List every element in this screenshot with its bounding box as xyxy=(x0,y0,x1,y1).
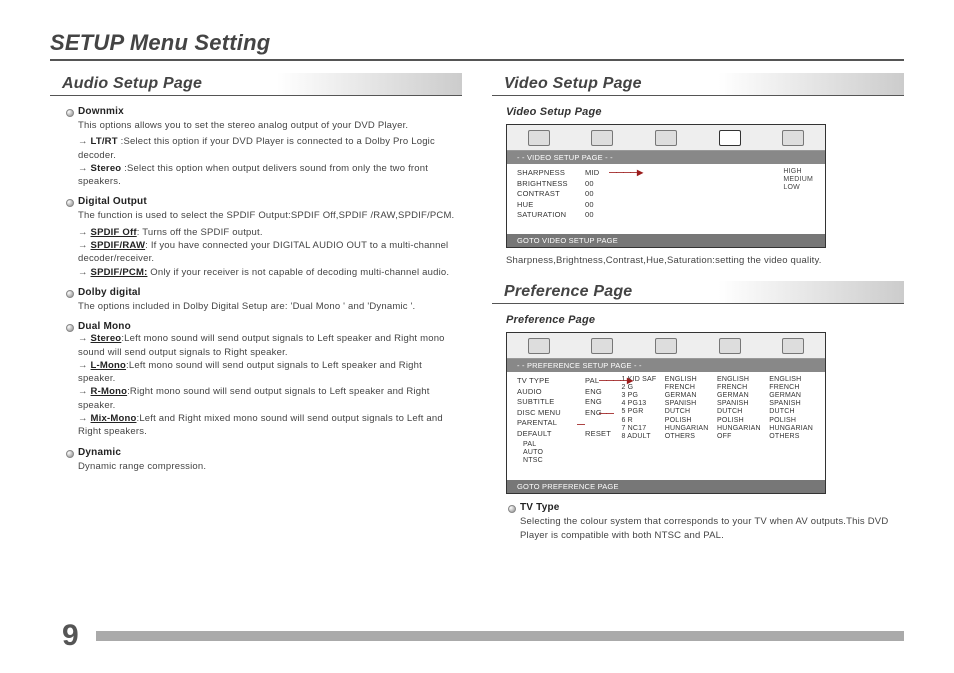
right-column: Video Setup Page Video Setup Page - - VI… xyxy=(492,73,904,545)
preference-subhead: Preference Page xyxy=(506,314,904,326)
pref-osd-footer: GOTO PREFERENCE PAGE xyxy=(507,480,825,493)
osd-tab-bar xyxy=(507,125,825,151)
tv-type-title: TV Type xyxy=(520,502,904,513)
arrow-icon: —— xyxy=(599,409,613,418)
video-section-header: Video Setup Page xyxy=(492,73,904,96)
video-osd-footer: GOTO VIDEO SETUP PAGE xyxy=(507,234,825,247)
arrow-icon: ————▶ xyxy=(609,168,642,177)
osd-row: SATURATION00 xyxy=(517,210,815,221)
pref-osd-body: TV TYPEPALAUDIOENGSUBTITLEENGDISC MENUEN… xyxy=(507,372,825,480)
audio-section-header: Audio Setup Page xyxy=(50,73,462,96)
video-osd-subtitle: - - VIDEO SETUP PAGE - - xyxy=(507,151,825,164)
arrow-line: → SPDIF Off: Turns off the SPDIF output. xyxy=(78,226,462,239)
osd-row: SUBTITLEENG xyxy=(517,397,615,408)
bullet-item: Dynamic Dynamic range compression. xyxy=(68,447,462,473)
osd-row: CONTRAST00 xyxy=(517,189,815,200)
arrow-line: → R-Mono:Right mono sound will send outp… xyxy=(78,385,462,412)
arrow-line: → L-Mono:Left mono sound will send outpu… xyxy=(78,359,462,386)
tab-icon xyxy=(782,130,804,146)
item-title: Digital Output xyxy=(78,196,462,207)
arrow-line: → Stereo:Left mono sound will send outpu… xyxy=(78,332,462,359)
tab-icon xyxy=(655,338,677,354)
video-caption: Sharpness,Brightness,Contrast,Hue,Satura… xyxy=(506,254,904,267)
osd-row: AUDIOENG xyxy=(517,387,615,398)
item-title: Dolby digital xyxy=(78,287,462,298)
page-title: SETUP Menu Setting xyxy=(50,30,904,61)
arrow-line: → Stereo :Select this option when output… xyxy=(78,162,462,189)
page-footer-bar xyxy=(96,631,904,641)
item-title: Dual Mono xyxy=(78,321,462,332)
osd-row: HUE00 xyxy=(517,200,815,211)
tab-icon xyxy=(591,338,613,354)
osd-row: PARENTAL xyxy=(517,418,615,429)
arrow-line: → LT/RT :Select this option if your DVD … xyxy=(78,135,462,162)
bullet-item: Digital Output The function is used to se… xyxy=(68,196,462,278)
tab-icon xyxy=(655,130,677,146)
preference-osd-panel: - - PREFERENCE SETUP PAGE - - TV TYPEPAL… xyxy=(506,332,826,494)
item-desc: Dynamic range compression. xyxy=(78,460,462,473)
tv-type-desc: Selecting the colour system that corresp… xyxy=(520,515,904,542)
video-osd-panel: - - VIDEO SETUP PAGE - - SHARPNESSMIDBRI… xyxy=(506,124,826,248)
tv-type-item: TV Type Selecting the colour system that… xyxy=(510,502,904,542)
item-desc: This options allows you to set the stere… xyxy=(78,119,462,132)
osd-row: BRIGHTNESS00 xyxy=(517,179,815,190)
bullet-item: Downmix This options allows you to set th… xyxy=(68,106,462,188)
arrow-line: → SPDIF/PCM: Only if your receiver is no… xyxy=(78,266,462,279)
page-number: 9 xyxy=(62,619,79,653)
preference-section-header: Preference Page xyxy=(492,281,904,304)
tab-icon xyxy=(782,338,804,354)
item-title: Downmix xyxy=(78,106,462,117)
tab-icon xyxy=(528,130,550,146)
bullet-item: Dolby digital The options included in Dol… xyxy=(68,287,462,313)
arrow-icon: — xyxy=(577,420,584,429)
pref-osd-subtitle: - - PREFERENCE SETUP PAGE - - xyxy=(507,359,825,372)
item-desc: The function is used to select the SPDIF… xyxy=(78,209,462,222)
tab-icon xyxy=(719,338,741,354)
tv-type-list: PALAUTONTSC xyxy=(523,441,543,465)
bullet-item: Dual Mono→ Stereo:Left mono sound will s… xyxy=(68,321,462,438)
arrow-line: → Mix-Mono:Left and Right mixed mono sou… xyxy=(78,412,462,439)
video-osd-side-options: HIGH MEDIUM LOW xyxy=(783,168,813,192)
item-title: Dynamic xyxy=(78,447,462,458)
tab-icon-active xyxy=(719,130,741,146)
osd-row: SHARPNESSMID xyxy=(517,168,815,179)
arrow-icon: ————▶ xyxy=(599,376,632,385)
language-list: ENGLISHFRENCHGERMANSPANISHDUTCHPOLISHHUN… xyxy=(717,376,761,440)
language-list: ENGLISHFRENCHGERMANSPANISHDUTCHPOLISHHUN… xyxy=(769,376,813,440)
item-desc: The options included in Dolby Digital Se… xyxy=(78,300,462,313)
osd-tab-bar xyxy=(507,333,825,359)
video-subhead: Video Setup Page xyxy=(506,106,904,118)
tab-icon xyxy=(528,338,550,354)
audio-column: Audio Setup Page Downmix This options all… xyxy=(50,73,462,545)
osd-row: DEFAULTRESET xyxy=(517,429,615,440)
arrow-line: → SPDIF/RAW: If you have connected your … xyxy=(78,239,462,266)
tab-icon xyxy=(591,130,613,146)
parental-list: 1 KID SAF2 G3 PG4 PG135 PGR6 R7 NC178 AD… xyxy=(621,376,656,440)
video-osd-body: SHARPNESSMIDBRIGHTNESS00CONTRAST00HUE00S… xyxy=(507,164,825,234)
language-list: ENGLISHFRENCHGERMANSPANISHDUTCHPOLISHHUN… xyxy=(665,376,709,440)
